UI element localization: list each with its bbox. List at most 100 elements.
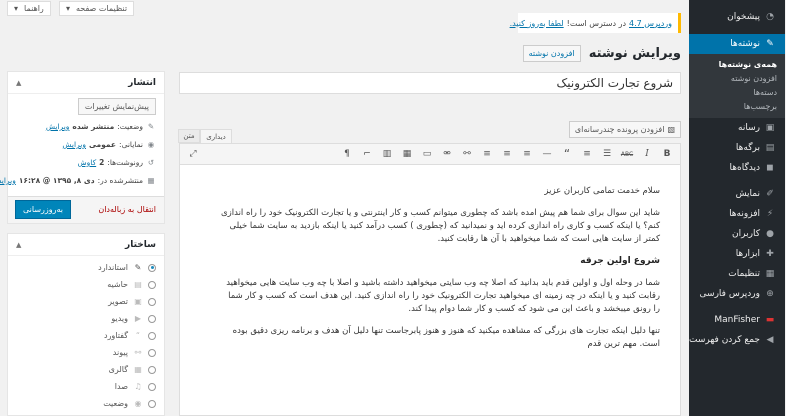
edit-status-link[interactable]: ویرایش bbox=[47, 122, 71, 131]
revisions-value: 2 bbox=[100, 158, 106, 167]
content-paragraph: تنها دلیل اینکه تجارت های بزرگی که مشاهد… bbox=[233, 326, 661, 349]
fullscreen-icon[interactable]: ⤢ bbox=[186, 146, 202, 162]
bullet-list-icon[interactable]: ☰ bbox=[600, 146, 616, 162]
toggle-arrow-icon[interactable]: ▲ bbox=[17, 79, 22, 87]
menu-settings[interactable]: ▦ تنظیمات bbox=[690, 264, 786, 284]
radio-button[interactable] bbox=[149, 399, 157, 408]
tab-visual[interactable]: دیداری bbox=[201, 129, 233, 143]
format-header[interactable]: ساختار ▲ bbox=[9, 234, 165, 256]
screen-options-button[interactable]: تنظیمات صفحه ▾ bbox=[60, 1, 136, 16]
collapse-icon: ◀ bbox=[767, 335, 775, 345]
unlink-icon[interactable]: ⚮ bbox=[440, 146, 456, 162]
edit-visibility-link[interactable]: ویرایش bbox=[63, 140, 87, 149]
toggle-toolbar-icon[interactable]: ▥ bbox=[380, 146, 396, 162]
format-label: استاندارد bbox=[99, 263, 129, 272]
menu-appearance[interactable]: ✐ نمایش bbox=[690, 184, 786, 204]
align-right-icon[interactable]: ≡ bbox=[480, 146, 496, 162]
radio-button[interactable] bbox=[149, 280, 157, 289]
pin-icon: ✎ bbox=[148, 122, 156, 131]
menu-users[interactable]: ● کاربران bbox=[690, 224, 786, 244]
radio-button[interactable] bbox=[149, 348, 157, 357]
format-option-audio[interactable]: ♫ صدا bbox=[116, 382, 157, 391]
menu-posts[interactable]: ✎ نوشته‌ها bbox=[690, 34, 786, 54]
bold-icon[interactable]: B bbox=[660, 146, 676, 162]
paragraph-icon[interactable]: ¶ bbox=[340, 146, 356, 162]
format-option-standard[interactable]: ✎ استاندارد bbox=[99, 263, 157, 272]
radio-button[interactable] bbox=[149, 297, 157, 306]
rtl-icon[interactable]: ⌐ bbox=[360, 146, 376, 162]
status-row: ✎ وضعیت: منتشر شده ویرایش bbox=[47, 122, 157, 131]
keyboard-icon[interactable]: ▦ bbox=[400, 146, 416, 162]
menu-label: جمع کردن فهرست bbox=[690, 335, 761, 345]
menu-comments[interactable]: ◼ دیدگاه‌ها bbox=[690, 158, 786, 178]
version-link[interactable]: وردپرس 4.7 bbox=[630, 19, 673, 28]
format-label: تصویر bbox=[109, 297, 129, 306]
align-left-icon[interactable]: ≡ bbox=[520, 146, 536, 162]
menu-label: وردپرس فارسی bbox=[700, 289, 761, 299]
move-to-trash-link[interactable]: انتقال به زباله‌دان bbox=[99, 205, 157, 214]
horizontal-line-icon[interactable]: — bbox=[540, 146, 556, 162]
add-media-button[interactable]: ▧ افزودن پرونده چندرسانه‌ای bbox=[569, 121, 682, 138]
menu-pages[interactable]: ▤ برگه‌ها bbox=[690, 138, 786, 158]
browse-revisions-link[interactable]: کاوش bbox=[79, 158, 98, 167]
read-more-icon[interactable]: ▭ bbox=[420, 146, 436, 162]
submenu-all-posts[interactable]: همه‌ی نوشته‌ها bbox=[690, 58, 786, 72]
help-button[interactable]: راهنما ▾ bbox=[8, 1, 52, 16]
menu-label: نوشته‌ها bbox=[731, 39, 761, 49]
gallery-icon: ▦ bbox=[135, 365, 143, 374]
menu-manfisher[interactable]: ▬ ManFisher bbox=[690, 310, 786, 330]
submenu-categories[interactable]: دسته‌ها bbox=[690, 86, 786, 100]
submenu-add-post[interactable]: افزودن نوشته bbox=[690, 72, 786, 86]
format-option-video[interactable]: ▶ ویدیو bbox=[112, 314, 157, 323]
add-new-button[interactable]: افزودن نوشته bbox=[523, 45, 582, 62]
edit-date-link[interactable]: ویرایش bbox=[0, 176, 17, 185]
image-icon: ▣ bbox=[135, 297, 143, 306]
aside-icon: ▤ bbox=[135, 280, 143, 289]
tab-text[interactable]: متن bbox=[179, 129, 201, 143]
format-option-link[interactable]: ⚯ پیوند bbox=[114, 348, 157, 357]
radio-button[interactable] bbox=[149, 382, 157, 391]
menu-media[interactable]: ▣ رسانه bbox=[690, 118, 786, 138]
settings-icon: ▦ bbox=[766, 269, 776, 279]
menu-label: نمایش bbox=[736, 189, 761, 199]
media-icon: ▣ bbox=[766, 123, 776, 133]
calendar-icon: ▦ bbox=[148, 176, 156, 185]
menu-wp-farsi[interactable]: ⊕ وردپرس فارسی bbox=[690, 284, 786, 304]
update-button[interactable]: به‌روزرسانی bbox=[16, 200, 73, 219]
toggle-arrow-icon[interactable]: ▲ bbox=[17, 241, 22, 249]
strikethrough-icon[interactable]: ABC bbox=[620, 146, 636, 162]
radio-button[interactable] bbox=[149, 263, 157, 272]
radio-button[interactable] bbox=[149, 365, 157, 374]
format-option-image[interactable]: ▣ تصویر bbox=[109, 297, 157, 306]
wordpress-icon: ⊕ bbox=[767, 289, 775, 299]
tools-icon: ✚ bbox=[767, 249, 775, 259]
post-title-input[interactable]: شروع تجارت الکترونیک bbox=[180, 72, 682, 94]
update-link[interactable]: لطفا به‌روز کنید. bbox=[511, 19, 565, 28]
numbered-list-icon[interactable]: ≡ bbox=[580, 146, 596, 162]
editor-content[interactable]: سلام خدمت تمامی کاربران عزیز شاید این سو… bbox=[180, 165, 682, 416]
published-label: منتشرشده در: bbox=[98, 176, 144, 185]
menu-tools[interactable]: ✚ ابزارها bbox=[690, 244, 786, 264]
preview-changes-button[interactable]: پیش‌نمایش تغییرات bbox=[78, 98, 157, 115]
format-option-status[interactable]: ◉ وضعیت bbox=[104, 399, 157, 408]
format-option-aside[interactable]: ▤ حاشیه bbox=[108, 280, 157, 289]
menu-dashboard[interactable]: ◔ پیشخوان bbox=[690, 6, 786, 28]
radio-button[interactable] bbox=[149, 331, 157, 340]
format-option-gallery[interactable]: ▦ گالری bbox=[110, 365, 157, 374]
users-icon: ● bbox=[767, 229, 775, 239]
radio-button[interactable] bbox=[149, 314, 157, 323]
blockquote-icon[interactable]: “ bbox=[560, 146, 576, 162]
format-label: صدا bbox=[115, 382, 129, 391]
menu-plugins[interactable]: ⚡ افزونه‌ها bbox=[690, 204, 786, 224]
collapse-menu[interactable]: ◀ جمع کردن فهرست bbox=[690, 330, 786, 350]
link-icon[interactable]: ⚯ bbox=[460, 146, 476, 162]
format-option-quote[interactable]: “ گفتاورد bbox=[105, 331, 157, 340]
submenu-tags[interactable]: برچسب‌ها bbox=[690, 100, 786, 114]
page-title: ویرایش نوشته bbox=[589, 46, 682, 61]
publish-header[interactable]: انتشار ▲ bbox=[9, 72, 165, 94]
menu-label: کاربران bbox=[733, 229, 761, 239]
italic-icon[interactable]: I bbox=[640, 146, 656, 162]
content-paragraph: سلام خدمت تمامی کاربران عزیز bbox=[545, 186, 661, 196]
format-box: ساختار ▲ ✎ استاندارد ▤ حاشیه ▣ تصویر ▶ ویدیو … bbox=[8, 233, 166, 416]
align-center-icon[interactable]: ≡ bbox=[500, 146, 516, 162]
